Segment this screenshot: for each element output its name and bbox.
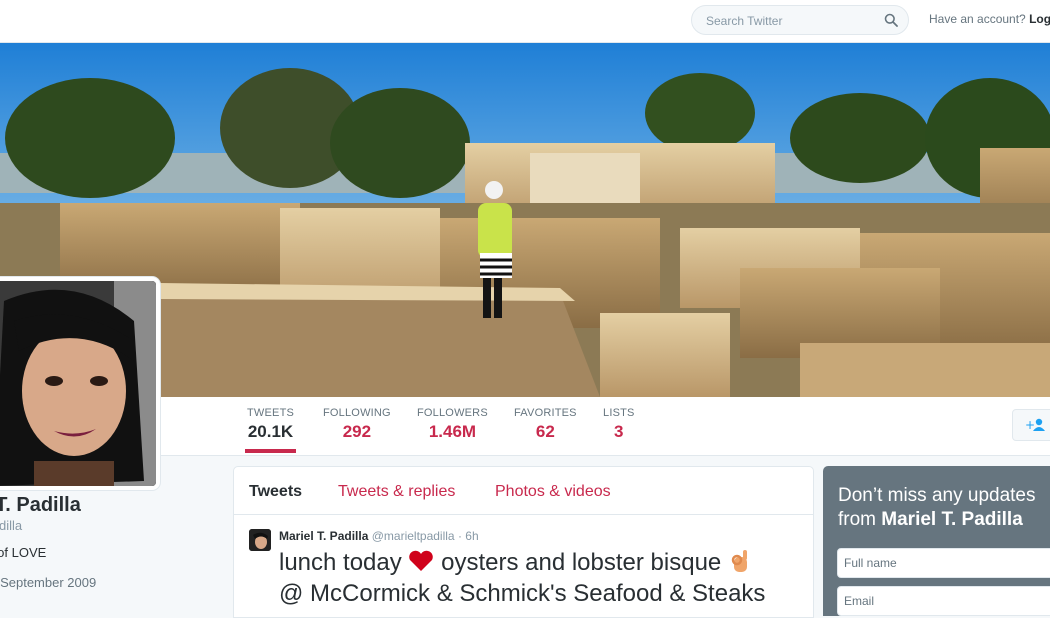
tweet-timestamp[interactable]: 6h <box>465 529 478 543</box>
account-prompt: Have an account? Log <box>929 12 1050 26</box>
svg-text:+: + <box>1025 418 1035 432</box>
tweet-author-avatar[interactable] <box>249 529 271 551</box>
tweet-separator: · <box>457 529 462 543</box>
profile-handle: ltpadilla <box>0 518 23 533</box>
follow-button[interactable]: + <box>1012 409 1050 441</box>
tweet-text-part1: lunch today <box>279 549 402 576</box>
tab-tweets-and-replies[interactable]: Tweets & replies <box>338 483 455 501</box>
tweet-author-handle[interactable]: @marieltpadilla <box>372 529 455 543</box>
account-prompt-text: Have an account? <box>929 12 1026 26</box>
stat-following-label: FOLLOWING <box>323 407 391 419</box>
stat-tweets[interactable]: TWEETS 20.1K <box>244 407 297 453</box>
tab-tweets[interactable]: Tweets <box>249 483 302 501</box>
search-icon[interactable] <box>884 13 898 27</box>
stat-following[interactable]: FOLLOWING 292 <box>323 407 391 442</box>
tweet-author-name[interactable]: Mariel T. Padilla <box>279 529 368 543</box>
stat-tweets-value: 20.1K <box>247 422 294 441</box>
tweet-avatar-photo <box>249 529 271 551</box>
stat-lists-label: LISTS <box>603 407 635 419</box>
stat-lists[interactable]: LISTS 3 <box>603 407 635 442</box>
signup-title-from: from <box>838 509 876 530</box>
stat-tweets-label: TWEETS <box>247 407 295 419</box>
fullname-field[interactable] <box>837 548 1050 578</box>
tab-photos-and-videos[interactable]: Photos & videos <box>495 483 611 501</box>
profile-name: el T. Padilla <box>0 494 81 516</box>
profile-avatar[interactable] <box>0 277 160 490</box>
signup-title-name: Mariel T. Padilla <box>881 509 1023 530</box>
follow-person-icon: + <box>1025 418 1045 432</box>
timeline-tabs: Tweets Tweets & replies Photos & videos <box>234 467 813 515</box>
stat-lists-value: 3 <box>614 422 624 441</box>
profile-joined-date: ed September 2009 <box>0 575 97 590</box>
avatar-photo <box>0 281 156 486</box>
stat-followers-label: FOLLOWERS <box>417 407 488 419</box>
stat-followers[interactable]: FOLLOWERS 1.46M <box>417 407 488 442</box>
search-box[interactable] <box>691 5 909 35</box>
tweet-text-part2: oysters and lobster bisque <box>441 549 722 576</box>
tweet-header: Mariel T. Padilla @marieltpadilla · 6h <box>279 529 479 543</box>
stat-following-value: 292 <box>342 422 372 441</box>
login-link[interactable]: Log <box>1029 12 1050 26</box>
stat-favorites-value: 62 <box>535 422 555 441</box>
signup-card: Don’t miss any updates from Mariel T. Pa… <box>823 466 1050 616</box>
tweet-text-line2: @ McCormick & Schmick's Seafood & Steaks <box>279 580 766 607</box>
ok-hand-emoji-icon <box>731 550 747 572</box>
signup-title: Don’t miss any updates from Mariel T. Pa… <box>838 484 1050 532</box>
profile-bio: er of LOVE <box>0 545 47 560</box>
signup-title-prefix: Don’t miss any updates <box>838 485 1036 506</box>
stat-followers-value: 1.46M <box>428 422 477 441</box>
heart-emoji-icon <box>409 550 434 571</box>
stat-favorites[interactable]: FAVORITES 62 <box>514 407 577 442</box>
email-field[interactable] <box>837 586 1050 616</box>
top-navigation-bar: Have an account? Log <box>0 0 1050 43</box>
search-input[interactable] <box>704 13 878 29</box>
stat-favorites-label: FAVORITES <box>514 407 577 419</box>
timeline-card: Tweets Tweets & replies Photos & videos … <box>233 466 814 618</box>
